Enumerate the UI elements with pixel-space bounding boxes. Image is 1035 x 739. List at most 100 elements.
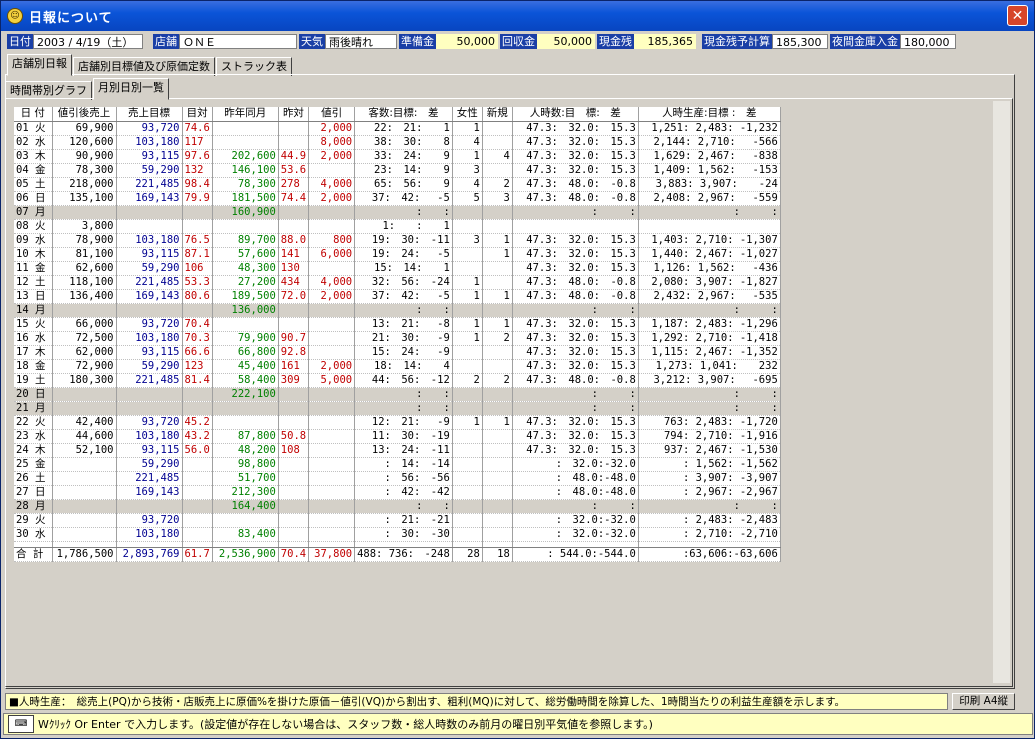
print-button[interactable]: 印刷 A4縦 [952,693,1015,710]
cell-10: 47.3: 32.0: 15.3 [512,261,639,276]
cell-6 [308,261,356,276]
cell-11: : 2,710: -2,710 [638,527,781,542]
info-value-5[interactable]: 185,365 [634,33,696,49]
cell-5: 278 [278,177,310,192]
table-row[interactable]: 10 木 81,100 93,115 87.1 57,600 141 6,000 19: 24… [14,247,781,262]
info-value-0[interactable]: 2003 / 4/19（土） [33,33,143,49]
cell-2: 169,143 [116,485,183,500]
cell-7: 13: 24: -11 [354,443,453,458]
cell-5 [278,471,310,486]
cell-9: 3 [482,191,513,206]
info-value-4[interactable]: 50,000 [537,33,595,49]
info-value-3[interactable]: 50,000 [436,33,498,49]
info-value-2[interactable]: 雨後晴れ [325,33,397,49]
table-row[interactable]: 22 火 42,400 93,720 45.2 12: 21: -9 1 1 47.3: 32… [14,415,781,430]
table-row[interactable]: 24 木 52,100 93,115 56.0 48,200 108 13: 24: -11… [14,443,781,458]
cell-5: 141 [278,247,310,262]
cell-7: 23: 14: 9 [354,163,453,178]
cell-9 [482,387,513,402]
table-row[interactable]: 07 月 160,900 : : : : : : [14,205,781,220]
table-row[interactable]: 23 水 44,600 103,180 43.2 87,800 50.8 11: 30: -… [14,429,781,444]
window-title: 日報について [29,10,113,26]
cell-4: 79,900 [212,331,279,346]
info-value-7[interactable]: 180,000 [900,33,956,49]
table-row[interactable]: 11 金 62,600 59,290 106 48,300 130 15: 14: 1 47.… [14,261,781,276]
table-row[interactable]: 27 日 169,143 212,300 : 42: -42 : 48.0:-48.… [14,485,781,500]
table-row[interactable]: 25 金 59,290 98,800 : 14: -14 : 32.0:-32.0 … [14,457,781,472]
cell-7: : : [354,303,453,318]
table-header-row: 日 付値引後売上 売上目標 目対 昨年同月 昨対 値引 客数:目標: 差女性 新規 人時数:目 … [14,107,781,122]
column-header-2: 売上目標 [116,107,183,122]
table-row[interactable]: 06 日 135,100 169,143 79.9 181,500 74.4 2,000 37… [14,191,781,206]
cell-0: 14 月 [14,303,53,318]
smiley-app-icon: ☺ [7,8,23,24]
cell-7: 32: 56: -24 [354,275,453,290]
table-row[interactable]: 20 日 222,100 : : : : : : [14,387,781,402]
table-row[interactable]: 09 水 78,900 103,180 76.5 89,700 88.0 800 19: 30… [14,233,781,248]
table-row[interactable]: 04 金 78,300 59,290 132 146,100 53.6 23: 14: 93… [14,163,781,178]
cell-2: 221,485 [116,373,183,388]
cell-9: 2 [482,331,513,346]
cell-1: 90,900 [52,149,117,164]
table-row[interactable]: 19 土 180,300 221,485 81.4 58,400 309 5,000 44: … [14,373,781,388]
cell-5 [278,317,310,332]
table-row[interactable]: 05 土 218,000 221,485 98.4 78,300 278 4,000 65: … [14,177,781,192]
cell-5 [278,485,310,500]
cell-4: 87,800 [212,429,279,444]
info-value-1[interactable]: ＯＮＥ [179,33,297,49]
cell-2: 59,290 [116,457,183,472]
cell-11: 1,251: 2,483: -1,232 [638,121,781,136]
cell-5 [278,135,310,150]
table-row[interactable]: 03 木 90,900 93,115 97.6 202,600 44.9 2,000 33: … [14,149,781,164]
table-row[interactable]: 12 土 118,100 221,485 53.3 27,200 434 4,000 32: … [14,275,781,290]
cell-7: 21: 30: -9 [354,331,453,346]
cell-5 [278,121,310,136]
main-tab-0[interactable]: 店舗別日報 [7,54,72,76]
cell-7: 22: 21: 1 [354,121,453,136]
cell-2: 221,485 [116,275,183,290]
table-row[interactable]: 15 火 66,000 93,720 70.4 13: 21: -8 1 1 47.3: 32… [14,317,781,332]
cell-1 [52,303,117,318]
cell-8 [452,303,483,318]
cell-11: : : [638,499,781,514]
cell-6 [308,331,356,346]
info-label-1: 店舗 [153,33,179,49]
cell-11: 1,629: 2,467: -838 [638,149,781,164]
cell-10 [512,219,639,234]
cell-1: 135,100 [52,191,117,206]
cell-0: 13 日 [14,289,53,304]
table-row[interactable]: 02 水 120,600 103,180 117 8,000 38: 30: 8 4 47.3… [14,135,781,150]
table-row[interactable]: 28 月 164,400 : : : : : : [14,499,781,514]
table-row[interactable]: 21 月 : : : : : : [14,401,781,416]
table-row[interactable]: 17 木 62,000 93,115 66.6 66,800 92.8 15: 24: -9… [14,345,781,360]
cell-9: 4 [482,149,513,164]
cell-5 [278,303,310,318]
title-bar[interactable]: ☺ 日報について ✕ [1,1,1034,31]
table-row[interactable]: 29 火 93,720 : 21: -21 : 32.0:-32.0 : 2,48… [14,513,781,528]
cell-9 [482,345,513,360]
cell-7: 13: 21: -8 [354,317,453,332]
table-row[interactable]: 30 水 103,180 83,400 : 30: -30 : 32.0:-32.0… [14,527,781,542]
table-row[interactable]: 13 日 136,400 169,143 80.6 189,500 72.0 2,000 37… [14,289,781,304]
sub-tab-1[interactable]: 月別日別一覧 [93,78,169,100]
table-row[interactable]: 01 火 69,900 93,720 74.6 2,000 22: 21: 1 1 47.3:… [14,121,781,136]
cell-11: : : [638,205,781,220]
table-row[interactable]: 26 土 221,485 51,700 : 56: -56 : 48.0:-48.0… [14,471,781,486]
cell-2 [116,303,183,318]
close-button[interactable]: ✕ [1007,5,1028,26]
table-row[interactable]: 16 水 72,500 103,180 70.3 79,900 90.7 21: 30: -… [14,331,781,346]
cell-5: 74.4 [278,191,310,206]
info-value-6[interactable]: 185,300 [772,33,828,49]
cell-4: 48,200 [212,443,279,458]
cell-11: 2,408: 2,967: -559 [638,191,781,206]
cell-6: 5,000 [308,373,356,388]
table-row[interactable]: 08 火 3,800 1: : 1 [14,219,781,234]
cell-8 [452,513,483,528]
table-row[interactable]: 14 月 136,000 : : : : : : [14,303,781,318]
cell-6 [308,527,356,542]
total-cell-2: 2,893,769 [116,547,183,562]
cell-3: 106 [182,261,213,276]
vertical-scrollbar[interactable] [993,101,1010,683]
table-row[interactable]: 18 金 72,900 59,290 123 45,400 161 2,000 18: 14:… [14,359,781,374]
info-label-6: 現金残予計算 [702,33,772,49]
